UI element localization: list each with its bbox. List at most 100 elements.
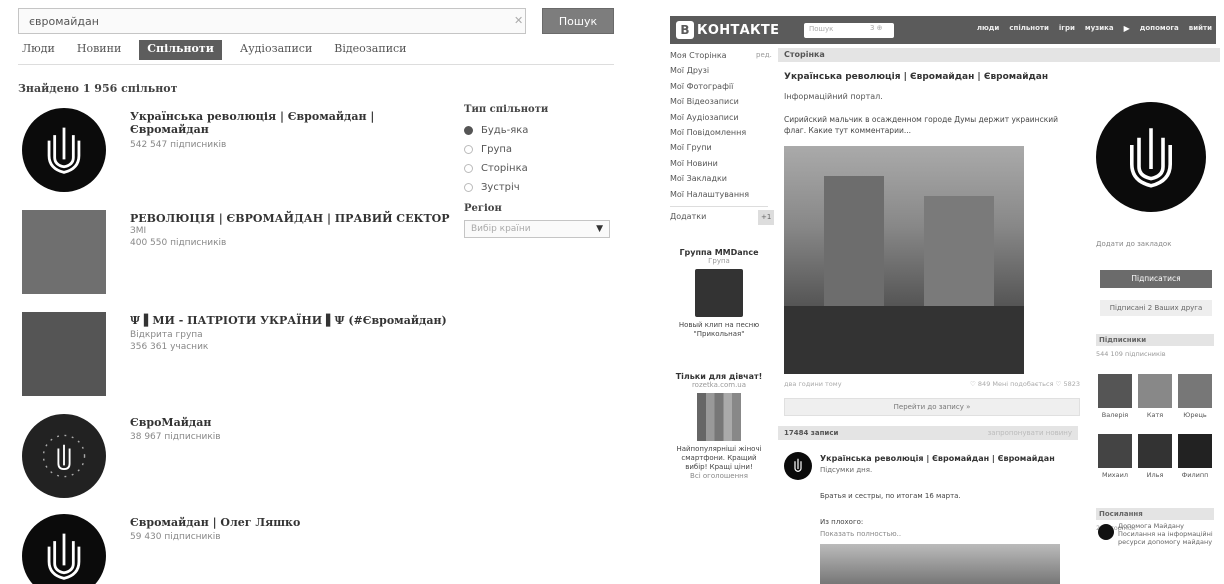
wall-count: 17484 записи <box>784 429 839 437</box>
tab-audio[interactable]: Аудіозаписи <box>236 40 316 60</box>
radio-icon[interactable] <box>464 126 473 135</box>
result-item[interactable]: Українська революція | Євромайдан | Євро… <box>22 108 452 200</box>
menu-item-settings[interactable]: Мої Налаштування <box>670 187 768 202</box>
post-time[interactable]: два години тому <box>784 380 842 388</box>
country-select[interactable]: Вибір країни ▼ <box>464 220 610 238</box>
filter-option-any[interactable]: Будь-яка <box>464 121 614 140</box>
menu-item-videos[interactable]: Мої Відеозаписи <box>670 94 768 109</box>
play-icon[interactable]: ▶ <box>1124 24 1130 33</box>
friends-subscribed[interactable]: Підписані 2 Ваших друга <box>1100 300 1212 316</box>
radio-icon[interactable] <box>464 183 473 192</box>
community-avatar[interactable] <box>22 312 106 396</box>
filter-title: Тип спільноти <box>464 104 549 115</box>
nav-games[interactable]: ігри <box>1059 24 1075 33</box>
tab-people[interactable]: Люди <box>18 40 59 60</box>
result-item[interactable]: Ψ ▌МИ - ПАТРІОТИ УКРАЇНИ ▌Ψ (#Євромайдан… <box>22 312 452 404</box>
ad-block-rozetka[interactable]: Тільки для дівчат! rozetka.com.ua Найпоп… <box>670 372 768 480</box>
member[interactable]: Юрець <box>1178 374 1212 419</box>
link-avatar[interactable] <box>1098 524 1114 540</box>
ground-shape <box>784 306 1024 374</box>
menu-item-apps[interactable]: Додатки +1 <box>670 205 775 226</box>
add-bookmark-link[interactable]: Додати до закладок <box>1096 240 1171 248</box>
member[interactable]: Катя <box>1138 374 1172 419</box>
post-photo[interactable] <box>784 146 1024 374</box>
result-type: ЗМІ <box>130 226 147 236</box>
member-photo[interactable] <box>1098 434 1132 468</box>
nav-communities[interactable]: спільноти <box>1009 24 1049 33</box>
menu-item-audio[interactable]: Мої Аудіозаписи <box>670 110 768 125</box>
member[interactable]: Михаил <box>1098 434 1132 479</box>
tab-communities[interactable]: Спільноти <box>139 40 222 60</box>
wall-post-photo[interactable] <box>820 544 1060 584</box>
trident-avatar[interactable] <box>22 108 106 192</box>
ad-title[interactable]: Тільки для дівчат! <box>670 372 768 381</box>
member-photo[interactable] <box>1178 434 1212 468</box>
apps-badge: +1 <box>758 209 775 226</box>
radio-icon[interactable] <box>464 145 473 154</box>
member[interactable]: Филипп <box>1178 434 1212 479</box>
wall-post-avatar[interactable] <box>784 452 812 480</box>
nav-music[interactable]: музика <box>1085 24 1114 33</box>
search-button[interactable]: Пошук <box>542 8 614 34</box>
radio-icon[interactable] <box>464 164 473 173</box>
result-item[interactable]: ЄвроМайдан 38 967 підписників <box>22 414 452 506</box>
ad-text[interactable]: Новый клип на песню "Прикольная" <box>670 321 768 339</box>
ad-text[interactable]: Найпопулярніші жіночі смартфони. Кращий … <box>670 445 768 472</box>
link-item[interactable]: Допомога Майдану Посилання на інформацій… <box>1118 522 1216 546</box>
member-photo[interactable] <box>1098 374 1132 408</box>
subscribe-button[interactable]: Підписатися <box>1100 270 1212 288</box>
result-item[interactable]: РЕВОЛЮЦІЯ | ЄВРОМАЙДАН | ПРАВИЙ СЕКТОР З… <box>22 210 452 302</box>
ad-image[interactable] <box>695 269 743 317</box>
menu-item-groups[interactable]: Мої Групи <box>670 140 768 155</box>
go-to-post-button[interactable]: Перейти до запису » <box>784 398 1080 416</box>
edit-link[interactable]: ред. <box>756 48 772 63</box>
result-item[interactable]: Євромайдан | Олег Ляшко 59 430 підписник… <box>22 514 452 584</box>
menu-item-bookmarks[interactable]: Мої Закладки <box>670 171 768 186</box>
menu-item-messages[interactable]: Мої Повідомлення <box>670 125 768 140</box>
suggest-news-link[interactable]: запропонувати новину <box>988 429 1072 437</box>
community-search-panel: євромайдан ✕ Пошук Люди Новини Спільноти… <box>0 0 618 584</box>
trident-avatar[interactable] <box>22 514 106 584</box>
top-nav: люди спільноти ігри музика ▶ допомога ви… <box>977 24 1212 33</box>
member-photo[interactable] <box>1178 374 1212 408</box>
subscribers-header[interactable]: Підписники <box>1096 334 1214 346</box>
member[interactable]: Валерія <box>1098 374 1132 419</box>
like-counter[interactable]: ♡ 849 Мені подобається ♡ 5823 <box>970 380 1080 388</box>
tab-video[interactable]: Відеозаписи <box>330 40 410 60</box>
result-title[interactable]: Ψ ▌МИ - ПАТРІОТИ УКРАЇНИ ▌Ψ (#Євромайдан… <box>130 314 450 327</box>
eu-stars-avatar[interactable] <box>22 414 106 498</box>
member-photo[interactable] <box>1138 374 1172 408</box>
nav-people[interactable]: люди <box>977 24 1000 33</box>
result-title[interactable]: Євромайдан | Олег Ляшко <box>130 516 450 529</box>
wall-post-author[interactable]: Українська революція | Євромайдан | Євро… <box>820 454 1078 463</box>
result-title[interactable]: ЄвроМайдан <box>130 416 450 429</box>
filter-option-page[interactable]: Сторінка <box>464 159 614 178</box>
result-title[interactable]: Українська революція | Євромайдан | Євро… <box>130 110 450 136</box>
filter-option-event[interactable]: Зустріч <box>464 178 614 197</box>
vk-logo[interactable]: В КОНТАКТЕ <box>676 21 779 39</box>
menu-item-my-page[interactable]: Моя Сторінка ред. <box>670 48 772 63</box>
menu-item-news[interactable]: Мої Новини <box>670 156 768 171</box>
nav-help[interactable]: допомога <box>1140 24 1179 33</box>
menu-item-friends[interactable]: Мої Друзі <box>670 63 768 78</box>
result-title[interactable]: РЕВОЛЮЦІЯ | ЄВРОМАЙДАН | ПРАВИЙ СЕКТОР <box>130 212 450 225</box>
show-more-link[interactable]: Показать полностью.. <box>820 530 901 538</box>
links-header[interactable]: Посилання <box>1096 508 1214 520</box>
community-avatar[interactable] <box>22 210 106 294</box>
group-avatar[interactable] <box>1096 102 1206 212</box>
all-ads-link[interactable]: Всі оголошення <box>670 472 768 480</box>
ad-block-mmdance[interactable]: Группа MMDance Група Новый клип на песню… <box>670 248 768 339</box>
ad-image[interactable] <box>697 393 741 441</box>
menu-item-photos[interactable]: Мої Фотографії <box>670 79 768 94</box>
ad-title[interactable]: Группа MMDance <box>670 248 768 257</box>
result-members: 59 430 підписників <box>130 532 221 542</box>
search-tabs: Люди Новини Спільноти Аудіозаписи Відеоз… <box>18 40 411 60</box>
group-description: Інформаційний портал. <box>784 92 883 101</box>
member[interactable]: Илья <box>1138 434 1172 479</box>
filter-option-group[interactable]: Група <box>464 140 614 159</box>
nav-logout[interactable]: вийти <box>1189 24 1212 33</box>
member-photo[interactable] <box>1138 434 1172 468</box>
clear-icon[interactable]: ✕ <box>514 14 523 27</box>
tab-news[interactable]: Новини <box>73 40 125 60</box>
search-input[interactable]: євромайдан <box>18 8 526 34</box>
